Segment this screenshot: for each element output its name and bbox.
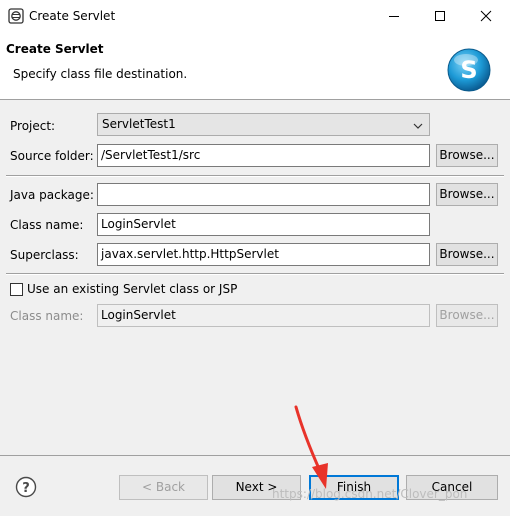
separator-highlight bbox=[6, 176, 504, 177]
source-folder-field[interactable]: /ServletTest1/src bbox=[97, 144, 430, 167]
superclass-label: Superclass: bbox=[10, 248, 79, 262]
back-button: < Back bbox=[119, 475, 208, 500]
existing-class-browse-button: Browse... bbox=[436, 304, 498, 327]
eclipse-icon bbox=[8, 8, 24, 24]
wizard-banner: Create Servlet Specify class file destin… bbox=[0, 32, 510, 100]
chevron-down-icon bbox=[413, 118, 423, 139]
java-package-browse-button[interactable]: Browse... bbox=[436, 183, 498, 206]
banner-title: Create Servlet bbox=[6, 42, 104, 56]
maximize-icon[interactable] bbox=[417, 0, 463, 32]
use-existing-checkbox[interactable] bbox=[10, 283, 23, 296]
title-bar[interactable]: Create Servlet bbox=[0, 0, 510, 32]
help-icon[interactable]: ? bbox=[15, 476, 37, 498]
use-existing-label[interactable]: Use an existing Servlet class or JSP bbox=[27, 281, 237, 297]
svg-text:S: S bbox=[460, 56, 477, 84]
annotation-arrow bbox=[290, 405, 340, 495]
separator-highlight bbox=[6, 274, 504, 275]
banner-message: Specify class file destination. bbox=[13, 67, 188, 81]
project-value: ServletTest1 bbox=[102, 117, 176, 131]
java-package-label: Java package: bbox=[10, 188, 94, 202]
class-name-field[interactable]: LoginServlet bbox=[97, 213, 430, 236]
existing-class-name-field: LoginServlet bbox=[97, 304, 430, 327]
class-name-label: Class name: bbox=[10, 218, 84, 232]
close-icon[interactable] bbox=[463, 0, 509, 32]
window-title: Create Servlet bbox=[29, 9, 116, 23]
superclass-browse-button[interactable]: Browse... bbox=[436, 243, 498, 266]
superclass-field[interactable]: javax.servlet.http.HttpServlet bbox=[97, 243, 430, 266]
source-folder-label: Source folder: bbox=[10, 149, 94, 163]
servlet-wizard-logo: S bbox=[446, 47, 492, 93]
project-combo[interactable]: ServletTest1 bbox=[97, 113, 430, 136]
source-folder-browse-button[interactable]: Browse... bbox=[436, 144, 498, 167]
minimize-icon[interactable] bbox=[371, 0, 417, 32]
footer-separator bbox=[0, 455, 510, 456]
project-label: Project: bbox=[10, 119, 56, 133]
java-package-field[interactable] bbox=[97, 183, 430, 206]
svg-text:?: ? bbox=[22, 481, 30, 496]
existing-class-name-label: Class name: bbox=[10, 309, 84, 323]
